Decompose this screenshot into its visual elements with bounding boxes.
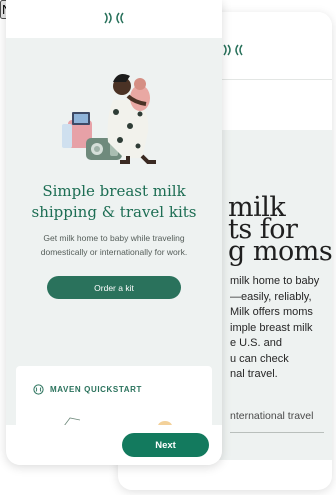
mother-baby-travel-illustration	[62, 74, 156, 164]
back-page-title: milk ts for g moms	[228, 194, 332, 267]
page-headline: Simple breast milk shipping & travel kit…	[6, 181, 222, 223]
quickstart-label: MAVEN QUICKSTART	[50, 385, 142, 394]
maven-circle-icon	[33, 384, 44, 395]
back-body-copy: milk home to baby —easily, reliably, Mil…	[230, 274, 332, 383]
front-header	[6, 0, 222, 38]
order-kit-button[interactable]: Order a kit	[47, 276, 181, 299]
body-line: nal travel.	[230, 368, 278, 380]
body-line: u can check	[230, 352, 289, 365]
front-next-button[interactable]: Next	[122, 433, 209, 457]
body-line: e U.S. and	[230, 337, 282, 349]
headline-line: shipping & travel kits	[31, 203, 197, 221]
page-subcopy: Get milk home to baby while traveling do…	[28, 231, 200, 259]
body-line: —easily, reliably,	[230, 290, 312, 303]
title-line: g moms	[228, 236, 332, 267]
maven-logo-icon	[104, 12, 124, 24]
subcopy-line: domestically or internationally for work…	[40, 247, 188, 257]
body-line: Milk offers moms	[230, 306, 313, 318]
front-phone-screen: Simple breast milk shipping & travel kit…	[6, 0, 222, 465]
body-line: milk home to baby	[230, 275, 320, 287]
body-line: imple breast milk	[230, 321, 313, 334]
maven-logo-icon	[223, 44, 243, 56]
travel-type-select[interactable]: nternational travel	[230, 410, 324, 433]
headline-line: Simple breast milk	[42, 182, 186, 200]
subcopy-line: Get milk home to baby while traveling	[43, 233, 185, 243]
